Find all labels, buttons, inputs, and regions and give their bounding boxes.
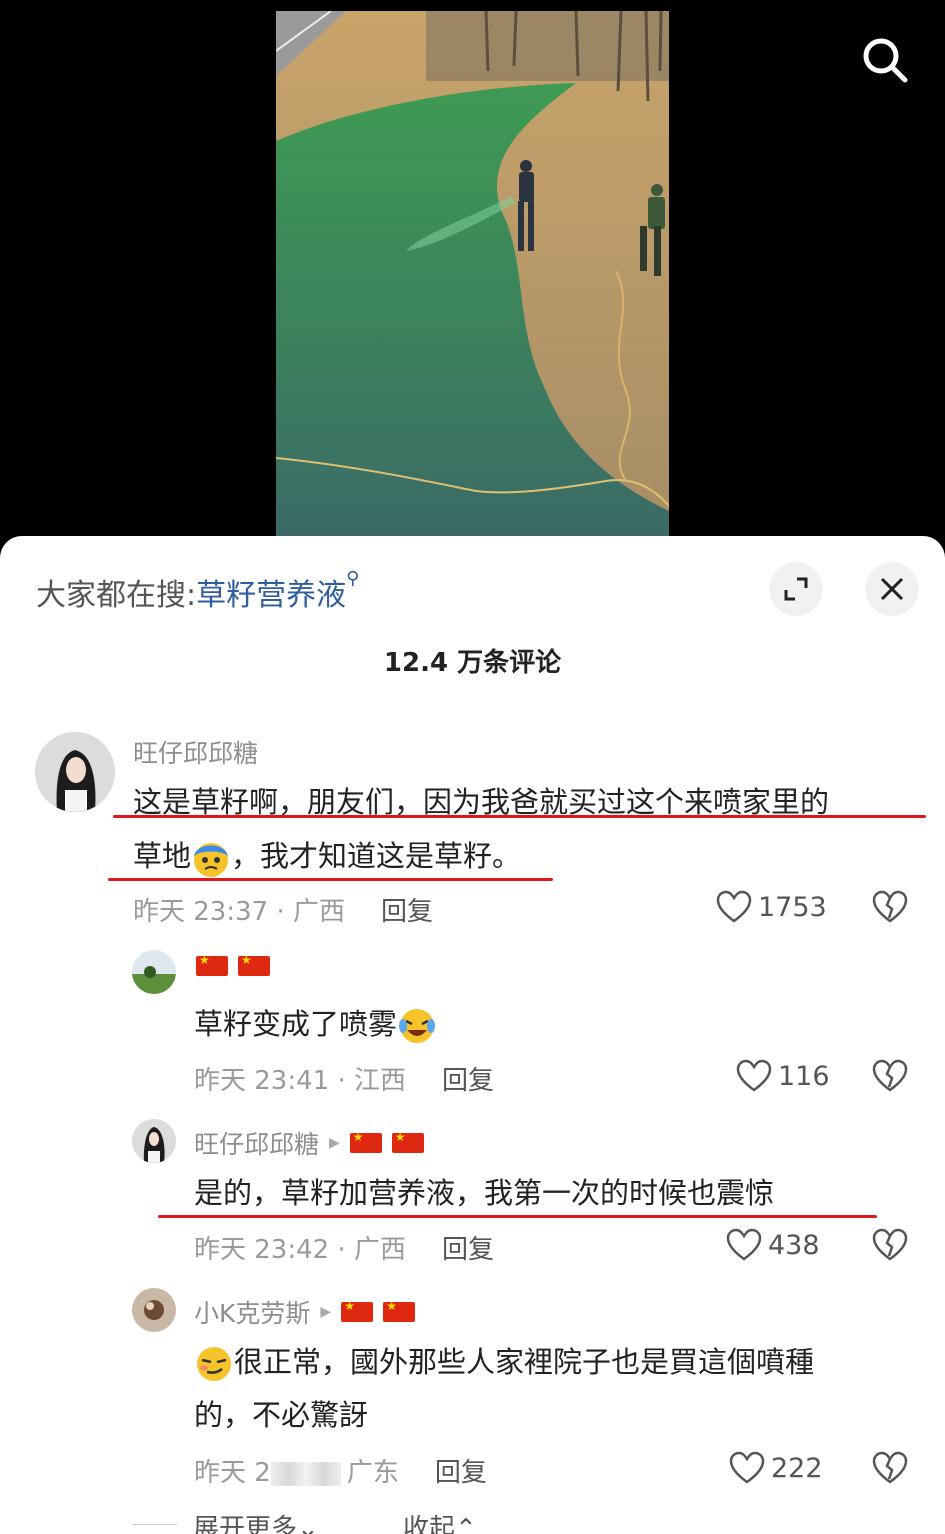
collapse-button[interactable]: 收起⌃ <box>403 1508 477 1534</box>
comment-location: 广东 <box>346 1458 399 1488</box>
expand-more-button[interactable]: 展开更多⌄ <box>193 1508 319 1534</box>
china-flag-icon <box>383 1299 416 1322</box>
comment-text-line: 很正常，國外那些人家裡院子也是買這個噴種 <box>194 1336 814 1389</box>
china-flag-icon <box>349 1130 382 1153</box>
like-button[interactable]: 438 <box>726 1228 820 1262</box>
comment-text-line: 草籽变成了喷雾 <box>194 998 437 1051</box>
video-frame[interactable] <box>276 11 669 536</box>
comment-text-line: 的，不必驚訝 <box>194 1398 369 1432</box>
comment-text-line: 草地 ，我才知道这是草籽。 <box>133 830 521 883</box>
comment-text-part: 草地 <box>133 839 192 873</box>
comment-time: 昨天 23:42 · 广西 <box>194 1235 406 1265</box>
comment-count: 12.4 万条评论 <box>383 648 562 678</box>
dislike-icon[interactable] <box>872 1059 908 1097</box>
comment-text-part: ，我才知道这是草籽。 <box>231 839 522 873</box>
heart-icon <box>726 1228 762 1261</box>
redacted-blur <box>270 1461 341 1486</box>
comment-username-row[interactable]: 小K克劳斯 ▶ <box>194 1294 416 1330</box>
comment-text-line: 这是草籽啊，朋友们，因为我爸就买过这个来喷家里的 <box>133 785 830 819</box>
reply-button[interactable]: 回复 <box>442 1066 494 1096</box>
comments-sheet: 大家都在搜:草籽营养液⚲ 12.4 万条评论 旺仔邱邱糖 这是草籽啊，朋友们，因… <box>0 536 945 1534</box>
emoji-icon <box>194 843 229 877</box>
red-underline <box>158 1215 877 1218</box>
reply-button[interactable]: 回复 <box>435 1458 487 1488</box>
comment-username[interactable]: 小K克劳斯 <box>194 1294 310 1330</box>
comment-time: 昨天 2 <box>194 1458 271 1488</box>
search-icon[interactable] <box>858 33 912 87</box>
close-icon[interactable] <box>865 562 919 616</box>
avatar[interactable] <box>132 1119 176 1163</box>
like-button[interactable]: 1753 <box>716 890 827 924</box>
comment-username[interactable]: 旺仔邱邱糖 <box>133 734 258 770</box>
heart-icon <box>729 1451 765 1484</box>
search-small-icon: ⚲ <box>346 568 360 589</box>
avatar[interactable] <box>132 950 176 994</box>
dislike-icon[interactable] <box>872 1228 908 1266</box>
china-flag-icon <box>341 1299 374 1322</box>
reply-button[interactable]: 回复 <box>381 897 433 927</box>
heart-icon <box>736 1059 772 1092</box>
comment-username-flags[interactable] <box>196 953 270 976</box>
comment-text-part: 很正常，國外那些人家裡院子也是買這個噴種 <box>234 1345 815 1379</box>
red-underline <box>113 815 926 818</box>
like-button[interactable]: 116 <box>736 1059 830 1093</box>
red-underline <box>108 878 553 881</box>
china-flag-icon <box>391 1130 424 1153</box>
comment-username-row[interactable]: 旺仔邱邱糖 ▶ <box>194 1125 424 1161</box>
hot-search-term[interactable]: 草籽营养液 <box>196 578 346 613</box>
china-flag-icon <box>238 953 270 976</box>
expand-icon[interactable] <box>769 562 823 616</box>
hot-search-prefix: 大家都在搜: <box>36 578 197 613</box>
china-flag-icon <box>196 953 228 976</box>
hot-search-bar[interactable]: 大家都在搜:草籽营养液⚲ <box>36 568 360 614</box>
dislike-icon[interactable] <box>872 890 908 928</box>
like-count: 1753 <box>758 891 827 923</box>
comment-text-line: 是的，草籽加营养液，我第一次的时候也震惊 <box>194 1176 775 1210</box>
comment-meta: 昨天 23:41 · 江西 回复 <box>194 1060 494 1097</box>
comment-meta: 昨天 23:37 · 广西 回复 <box>133 891 433 928</box>
like-count: 116 <box>778 1060 830 1092</box>
comment-meta: 昨天 2 广东 回复 <box>194 1452 487 1489</box>
heart-icon <box>716 890 752 923</box>
video-player[interactable] <box>0 0 945 560</box>
smirk-emoji-icon <box>197 1347 231 1381</box>
like-count: 222 <box>771 1452 823 1484</box>
comment-username[interactable]: 旺仔邱邱糖 <box>194 1125 319 1161</box>
like-count: 438 <box>768 1229 820 1261</box>
reply-button[interactable]: 回复 <box>442 1235 494 1265</box>
reply-arrow-icon: ▶ <box>320 1304 332 1320</box>
video-thumbnail <box>276 11 669 536</box>
comment-text-part: 草籽变成了喷雾 <box>194 1007 398 1041</box>
comment-meta: 昨天 23:42 · 广西 回复 <box>194 1229 494 1266</box>
reply-arrow-icon: ▶ <box>329 1135 340 1151</box>
like-button[interactable]: 222 <box>729 1451 823 1485</box>
laugh-cry-emoji-icon <box>399 1009 436 1043</box>
comment-time: 昨天 23:41 · 江西 <box>194 1066 406 1096</box>
divider <box>132 1524 177 1525</box>
avatar[interactable] <box>132 1288 176 1332</box>
comment-time: 昨天 23:37 · 广西 <box>133 897 345 927</box>
dislike-icon[interactable] <box>872 1451 908 1489</box>
avatar[interactable] <box>35 732 115 812</box>
